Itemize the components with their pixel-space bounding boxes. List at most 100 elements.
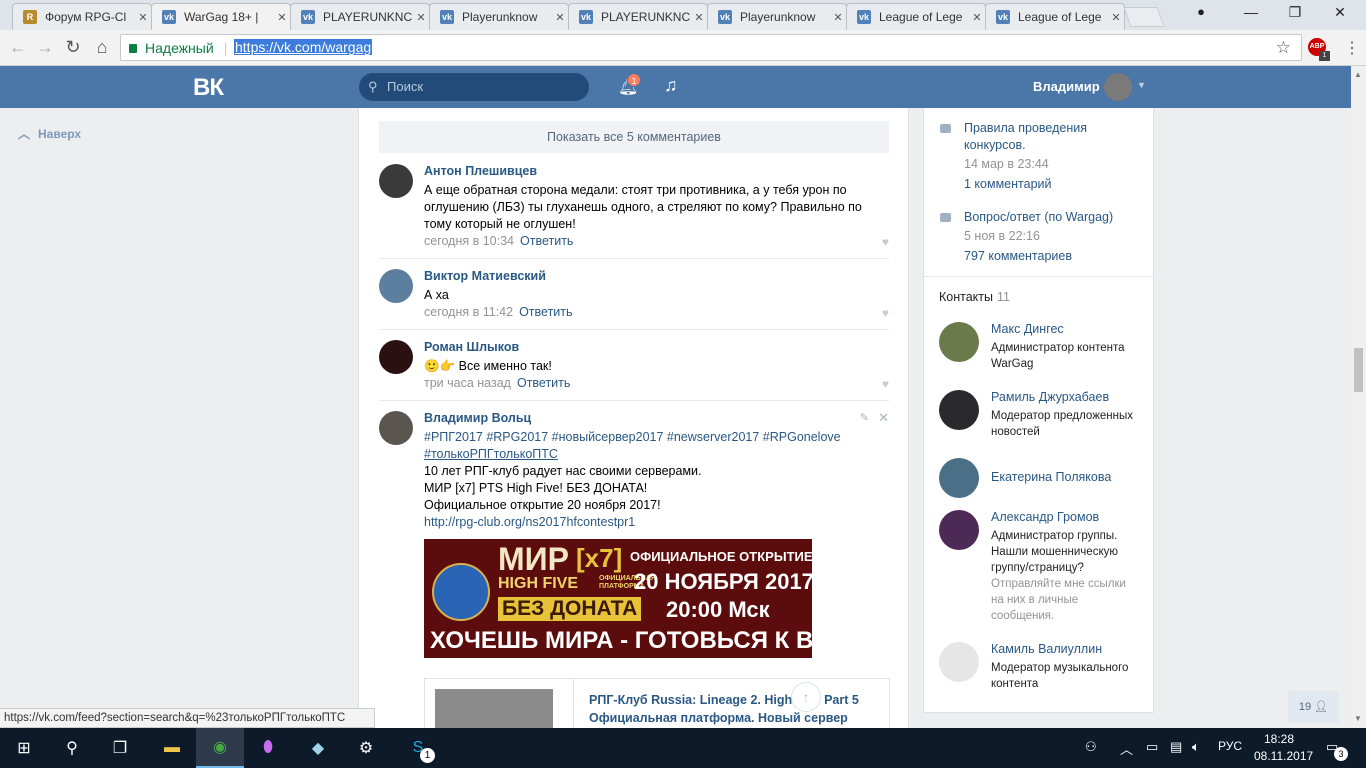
close-icon[interactable]: ✕ bbox=[691, 11, 707, 24]
window-close-icon[interactable]: ✕ bbox=[1325, 4, 1355, 21]
contacts-heading[interactable]: Контакты 11 bbox=[939, 290, 1010, 304]
contact-item[interactable]: Макс Дингес Администратор контента WarGa… bbox=[939, 322, 1149, 372]
close-icon[interactable]: ✕ bbox=[135, 11, 151, 24]
contact-name[interactable]: Камиль Валиуллин bbox=[991, 642, 1102, 656]
page-scrollbar[interactable]: ▲ ▼ bbox=[1351, 66, 1366, 728]
members-online-badge[interactable]: 19 👤︎ bbox=[1288, 691, 1339, 723]
contact-name[interactable]: Макс Дингес bbox=[991, 322, 1064, 336]
chrome-icon[interactable]: ◉ bbox=[196, 728, 244, 768]
close-icon[interactable]: ✕ bbox=[274, 11, 290, 24]
close-icon[interactable]: ✕ bbox=[969, 11, 985, 24]
restore-icon[interactable]: ❐ bbox=[1280, 4, 1310, 21]
like-heart-icon[interactable]: ♥ bbox=[882, 306, 889, 320]
comment-author[interactable]: Роман Шлыков bbox=[424, 340, 519, 354]
like-heart-icon[interactable]: ♥ bbox=[882, 377, 889, 391]
comment-author[interactable]: Виктор Матиевский bbox=[424, 269, 546, 283]
tab-forum-rpg[interactable]: R Форум RPG-Cl ✕ bbox=[12, 3, 152, 30]
volume-icon[interactable]: 🔈︎ bbox=[1192, 739, 1200, 755]
discussion-comments[interactable]: 1 комментарий bbox=[964, 177, 1051, 191]
edit-pencil-icon[interactable]: ✎ bbox=[860, 411, 869, 424]
back-icon[interactable]: ← bbox=[6, 37, 30, 58]
comment-author[interactable]: Антон Плешивцев bbox=[424, 164, 537, 178]
like-heart-icon[interactable]: ♥ bbox=[882, 235, 889, 249]
maps-pin-icon[interactable]: ⬮ bbox=[244, 728, 292, 768]
tab-league-1[interactable]: vk League of Lege ✕ bbox=[846, 3, 986, 30]
vk-logo[interactable]: ВК bbox=[193, 74, 224, 102]
close-icon[interactable]: ✕ bbox=[830, 11, 846, 24]
system-clock[interactable]: 18:28 08.11.2017 bbox=[1254, 731, 1313, 765]
network-icon[interactable]: ▤ bbox=[1170, 739, 1182, 755]
contact-name[interactable]: Александр Громов bbox=[991, 510, 1099, 524]
show-all-comments-button[interactable]: Показать все 5 комментариев bbox=[379, 121, 889, 153]
people-icon[interactable]: ⚇ bbox=[1085, 739, 1097, 755]
music-icon[interactable]: ♫ bbox=[664, 75, 678, 96]
tab-playerunknown-4[interactable]: vk Playerunknow ✕ bbox=[707, 3, 847, 30]
hashtags[interactable]: #РПГ2017 #RPG2017 #новыйсервер2017 #news… bbox=[424, 429, 889, 446]
battery-icon[interactable]: ▭ bbox=[1146, 739, 1158, 755]
tab-wargag[interactable]: vk WarGag 18+ | ✕ bbox=[151, 3, 291, 30]
avatar[interactable] bbox=[939, 390, 979, 430]
windows-start-icon[interactable]: ⊞ bbox=[0, 728, 48, 768]
new-tab-button[interactable] bbox=[1123, 7, 1165, 27]
taskbar-search-icon[interactable]: ⚲ bbox=[48, 728, 96, 768]
contact-name[interactable]: Екатерина Полякова bbox=[991, 470, 1111, 484]
avatar[interactable] bbox=[379, 411, 413, 445]
avatar[interactable] bbox=[939, 510, 979, 550]
avatar[interactable] bbox=[939, 322, 979, 362]
post-link[interactable]: http://rpg-club.org/ns2017hfcontestpr1 bbox=[424, 514, 889, 531]
close-icon[interactable]: ✕ bbox=[1108, 11, 1124, 24]
tray-chevron-icon[interactable]: ︿ bbox=[1120, 739, 1133, 758]
discussion-comments[interactable]: 797 комментариев bbox=[964, 249, 1072, 263]
discussion-item[interactable]: Вопрос/ответ (по Wargag) 5 ноя в 22:16 7… bbox=[940, 209, 1140, 269]
scroll-up-arrow-icon[interactable]: ↑ bbox=[791, 682, 821, 712]
discussion-item[interactable]: Правила проведения конкурсов. 14 мар в 2… bbox=[940, 120, 1140, 200]
tab-playerunknown-1[interactable]: vk PLAYERUNKNC ✕ bbox=[290, 3, 430, 30]
secure-indicator[interactable]: Надежный | bbox=[129, 40, 227, 56]
reply-button[interactable]: Ответить bbox=[517, 376, 570, 390]
tab-playerunknown-2[interactable]: vk Playerunknow ✕ bbox=[429, 3, 569, 30]
avatar[interactable] bbox=[939, 458, 979, 498]
link-attachment-card[interactable]: РПГ-Клуб Russia: Lineage 2. High Five Pa… bbox=[424, 678, 890, 728]
discussion-title[interactable]: Вопрос/ответ (по Wargag) bbox=[964, 209, 1139, 226]
tab-playerunknown-3[interactable]: vk PLAYERUNKNC ✕ bbox=[568, 3, 708, 30]
close-icon[interactable]: ✕ bbox=[413, 11, 429, 24]
discussion-title[interactable]: Правила проведения конкурсов. bbox=[964, 120, 1139, 154]
reply-button[interactable]: Ответить bbox=[519, 305, 572, 319]
comment-author[interactable]: Владимир Вольц bbox=[424, 411, 531, 425]
language-indicator[interactable]: РУС bbox=[1218, 739, 1242, 753]
reload-icon[interactable]: ↻ bbox=[61, 37, 85, 58]
contact-item[interactable]: Екатерина Полякова bbox=[939, 458, 1149, 500]
avatar[interactable] bbox=[379, 340, 413, 374]
avatar[interactable] bbox=[379, 269, 413, 303]
chevron-down-icon[interactable]: ▼ bbox=[1137, 80, 1146, 90]
skype-icon[interactable]: S bbox=[394, 728, 442, 768]
close-icon[interactable]: ✕ bbox=[552, 11, 568, 24]
attachment-title[interactable]: РПГ-Клуб Russia: Lineage 2. High Five Pa… bbox=[589, 691, 879, 728]
avatar[interactable] bbox=[379, 164, 413, 198]
post-banner-image[interactable]: МИР [x7] HIGH FIVE ОФИЦИАЛЬНАЯ ПЛАТФОРМА… bbox=[424, 539, 812, 658]
hashtag-link[interactable]: #толькоРПГтолькоПТС bbox=[424, 446, 889, 463]
browser-menu-icon[interactable]: ⋮ bbox=[1344, 38, 1360, 58]
minimize-icon[interactable]: — bbox=[1236, 4, 1266, 20]
task-view-icon[interactable]: ❐ bbox=[96, 728, 144, 768]
user-avatar[interactable] bbox=[1104, 73, 1132, 101]
scroll-to-top-link[interactable]: ︿ Наверх bbox=[18, 125, 81, 142]
app-icon[interactable]: ◆ bbox=[294, 728, 342, 768]
profile-icon[interactable]: ● bbox=[1186, 4, 1216, 19]
user-name[interactable]: Владимир bbox=[1033, 79, 1100, 94]
search-input[interactable]: ⚲ Поиск bbox=[359, 73, 589, 101]
tab-league-2[interactable]: vk League of Lege ✕ bbox=[985, 3, 1125, 30]
forward-icon[interactable]: → bbox=[33, 37, 57, 58]
scroll-down-icon[interactable]: ▼ bbox=[1354, 714, 1362, 723]
contact-item[interactable]: Рамиль Джурхабаев Модератор предложенных… bbox=[939, 390, 1149, 440]
bookmark-star-icon[interactable]: ☆ bbox=[1276, 38, 1291, 58]
reply-button[interactable]: Ответить bbox=[520, 234, 573, 248]
address-bar[interactable]: Надежный | https://vk.com/wargag ☆ bbox=[120, 34, 1302, 61]
scroll-up-icon[interactable]: ▲ bbox=[1354, 70, 1362, 79]
contact-item[interactable]: Камиль Валиуллин Модератор музыкального … bbox=[939, 642, 1149, 692]
scrollbar-thumb[interactable] bbox=[1354, 348, 1363, 392]
file-explorer-icon[interactable]: ▬ bbox=[148, 728, 196, 768]
steam-icon[interactable]: ⚙ bbox=[342, 728, 390, 768]
avatar[interactable] bbox=[939, 642, 979, 682]
contact-item[interactable]: Александр Громов Администратор группы. Н… bbox=[939, 510, 1149, 630]
